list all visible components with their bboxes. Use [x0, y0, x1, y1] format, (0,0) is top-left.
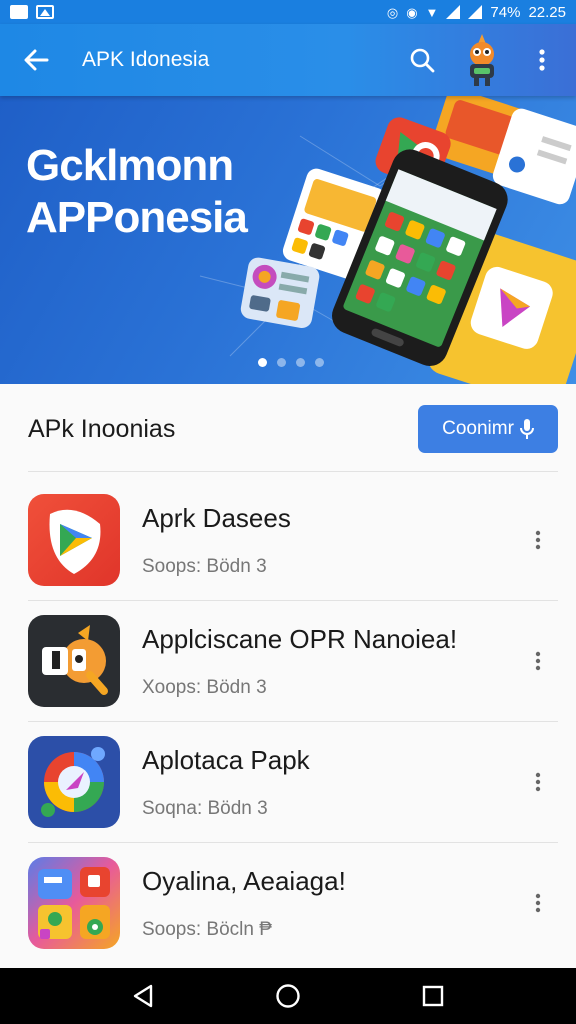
connect-button-label: Coonimr	[442, 418, 514, 439]
wifi-icon: ▼	[425, 4, 439, 20]
more-vert-icon[interactable]	[526, 520, 550, 560]
app-name: Aprk Dasees	[142, 502, 291, 533]
battery-percent: 74%	[490, 3, 521, 21]
back-triangle-icon[interactable]	[121, 974, 165, 1018]
mascot-app-icon	[28, 615, 120, 707]
play-store-icon	[28, 494, 120, 586]
app-subtitle: Soops: Böcln ₱	[142, 918, 272, 940]
banner-title-line-1: Gcklmonn	[26, 141, 234, 190]
app-list-section: APk Inoonias Coonimr Aprk Dasees Soops: …	[0, 384, 576, 968]
alarm-icon: ◎	[386, 4, 399, 20]
banner-title: Gcklmonn APPonesia	[26, 140, 248, 244]
back-arrow-icon[interactable]	[14, 38, 58, 82]
app-subtitle: Soops: Bödn 3	[142, 555, 267, 577]
app-name: Oyalina, Aeaiaga!	[142, 865, 346, 896]
more-vert-icon[interactable]	[526, 641, 550, 681]
data-saver-icon: ◉	[406, 4, 418, 20]
carousel-dot[interactable]	[258, 358, 267, 367]
signal-icon-2	[468, 5, 483, 19]
mic-icon	[519, 419, 534, 439]
status-bar: ◎ ◉ ▼ 74% 22.25	[0, 0, 576, 24]
more-vert-icon[interactable]	[526, 762, 550, 802]
home-circle-icon[interactable]	[266, 974, 310, 1018]
connect-button[interactable]: Coonimr	[418, 405, 558, 453]
list-item[interactable]: Aplotaca Papk Soqna: Bödn 3	[0, 722, 576, 842]
list-item[interactable]: Oyalina, Aeaiaga! Soops: Böcln ₱	[0, 843, 576, 963]
more-vert-icon[interactable]	[526, 883, 550, 923]
search-icon[interactable]	[402, 40, 442, 80]
colorful-compass-icon	[28, 736, 120, 828]
carousel-dot[interactable]	[277, 358, 286, 367]
app-subtitle: Xoops: Bödn 3	[142, 676, 267, 698]
app-subtitle: Soqna: Bödn 3	[142, 797, 268, 819]
mascot-icon[interactable]	[460, 32, 504, 88]
list-item[interactable]: Aprk Dasees Soops: Bödn 3	[0, 480, 576, 600]
signal-icon	[446, 5, 461, 19]
app-bar: APK Idonesia	[0, 24, 576, 96]
widgets-app-icon	[28, 857, 120, 949]
app-name: Applciscane OPR Nanoiea!	[142, 623, 458, 654]
image-notification-icon	[36, 5, 54, 19]
clock: 22.25	[528, 3, 566, 21]
carousel-indicator[interactable]	[258, 358, 324, 367]
carousel-dot[interactable]	[315, 358, 324, 367]
section-title: APk Inoonias	[28, 414, 176, 443]
promo-banner[interactable]: Gcklmonn APPonesia	[0, 96, 576, 384]
list-item[interactable]: Applciscane OPR Nanoiea! Xoops: Bödn 3	[0, 601, 576, 721]
app-title: APK Idonesia	[82, 48, 210, 71]
carousel-dot[interactable]	[296, 358, 305, 367]
more-vert-icon[interactable]	[522, 40, 562, 80]
notification-icon	[10, 5, 28, 19]
banner-title-line-2: APPonesia	[26, 193, 248, 242]
app-name: Aplotaca Papk	[142, 744, 310, 775]
divider	[28, 471, 558, 472]
recents-square-icon[interactable]	[411, 974, 455, 1018]
system-nav-bar	[0, 968, 576, 1024]
section-header: APk Inoonias Coonimr	[0, 384, 576, 474]
